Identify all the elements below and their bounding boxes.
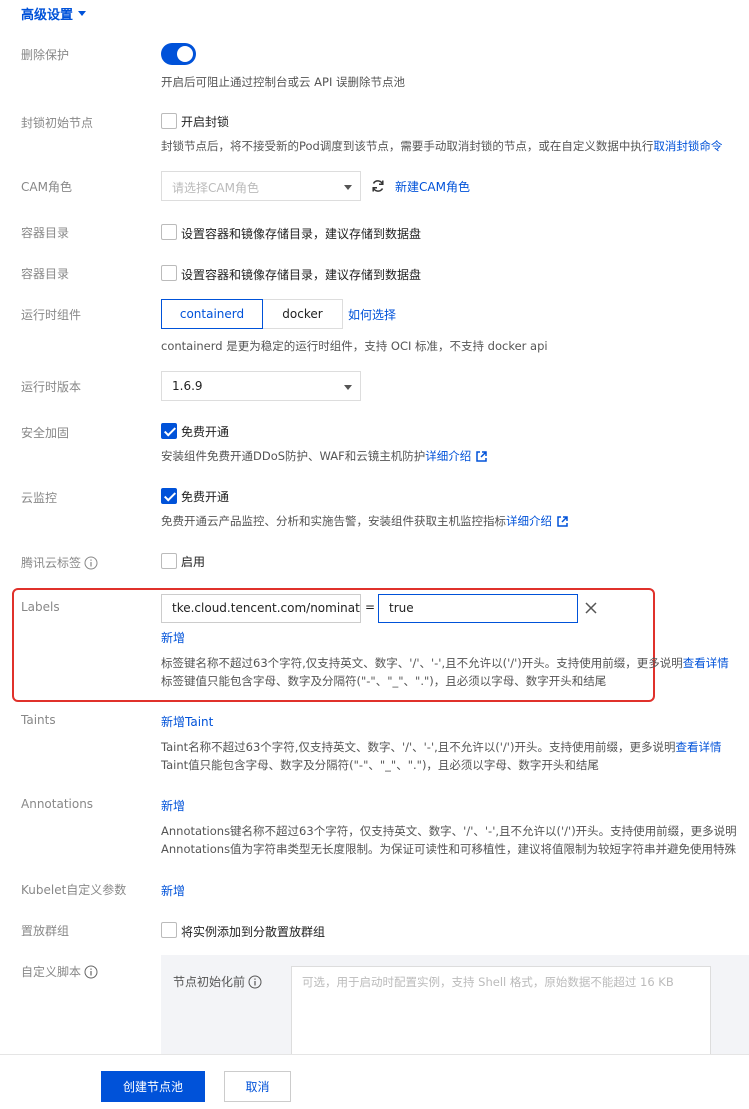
cancel-lock-command-link[interactable]: 取消封锁命令 (653, 139, 722, 153)
chevron-down-icon (344, 185, 352, 190)
annotations-hint-1: Annotations键名称不超过63个字符，仅支持英文、数字、'/'、'-',… (161, 824, 737, 838)
taints-hint-2: Taint值只能包含字母、数字及分隔符("-"、"_"、".")，且必须以字母、… (161, 758, 599, 772)
runtime-option-containerd[interactable]: containerd (161, 299, 263, 329)
runtime-version-label: 运行时版本 (21, 380, 82, 394)
label-value-input[interactable]: true (378, 594, 578, 623)
add-annotation-link[interactable]: 新增 (161, 797, 185, 814)
add-kubelet-param-link[interactable]: 新增 (161, 882, 185, 899)
runtime-version-value: 1.6.9 (172, 379, 203, 393)
container-dir-checkbox-label: 设置容器和镜像存储目录，建议存储到数据盘 (181, 268, 422, 282)
custom-script-label: 自定义脚本 (21, 965, 82, 979)
section-title: 高级设置 (21, 8, 74, 23)
container-dir-label: 容器目录 (21, 267, 70, 281)
info-icon[interactable] (84, 965, 98, 979)
taints-details-link[interactable]: 查看详情 (675, 740, 721, 754)
toggle-knob (177, 46, 193, 62)
security-hint-text: 安装组件免费开通DDoS防护、WAF和云镜主机防护 (161, 449, 426, 463)
cam-role-label: CAM角色 (21, 180, 72, 194)
monitor-hint: 免费开通云产品监控、分析和实施告警，安装组件获取主机监控指标 详细介绍 (161, 513, 568, 529)
custom-script-label-row: 自定义脚本 (21, 963, 98, 980)
taints-hint-1-text: Taint名称不超过63个字符,仅支持英文、数字、'/'、'-',且不允许以('… (161, 740, 676, 754)
security-hint: 安装组件免费开通DDoS防护、WAF和云镜主机防护 详细介绍 (161, 448, 488, 464)
tencent-tag-checkbox[interactable] (161, 553, 177, 569)
tencent-tag-label-row: 腾讯云标签 (21, 554, 98, 571)
advanced-settings-toggle[interactable]: 高级设置 (21, 4, 87, 23)
labels-details-link[interactable]: 查看详情 (683, 656, 729, 670)
chevron-down-icon (344, 385, 352, 390)
cam-role-select[interactable]: 请选择CAM角色 (161, 171, 361, 201)
external-link-icon[interactable] (557, 515, 568, 527)
monitor-details-link[interactable]: 详细介绍 (506, 513, 552, 529)
delete-protection-hint: 开启后可阻止通过控制台或云 API 误删除节点池 (161, 75, 406, 89)
pre-init-label-row: 节点初始化前 (173, 973, 262, 990)
label-value-text: true (389, 601, 414, 615)
pre-init-label: 节点初始化前 (173, 975, 246, 989)
external-link-icon[interactable] (476, 450, 488, 462)
security-checkbox[interactable] (161, 423, 177, 439)
security-details-link[interactable]: 详细介绍 (425, 448, 471, 464)
pre-init-placeholder: 可选，用于启动时配置实例，支持 Shell 格式，原始数据不能超过 16 KB (302, 975, 674, 989)
container-dir-label: 容器目录 (21, 226, 70, 240)
runtime-segmented-control: containerd docker (161, 299, 343, 329)
security-label: 安全加固 (21, 426, 70, 440)
annotations-hint-2: Annotations值为字符串类型无长度限制。为保证可读性和可移植性，建议将值… (161, 842, 737, 856)
labels-label: Labels (21, 600, 60, 614)
tencent-tag-checkbox-label: 启用 (181, 555, 206, 569)
container-dir-checkbox-label: 设置容器和镜像存储目录，建议存储到数据盘 (181, 227, 422, 241)
lock-init-label: 封锁初始节点 (21, 116, 94, 130)
cam-role-placeholder: 请选择CAM角色 (172, 181, 259, 195)
info-icon[interactable] (248, 975, 262, 989)
info-icon[interactable] (84, 556, 98, 570)
cancel-button[interactable]: 取消 (224, 1071, 291, 1102)
delete-protection-label: 删除保护 (21, 48, 70, 62)
taints-label: Taints (21, 713, 56, 727)
caret-down-icon (78, 11, 87, 16)
runtime-version-select[interactable]: 1.6.9 (161, 371, 361, 401)
lock-init-checkbox[interactable] (161, 113, 177, 129)
labels-hint-1-text: 标签键名称不超过63个字符,仅支持英文、数字、'/'、'-',且不允许以('/'… (161, 656, 683, 670)
how-to-choose-link[interactable]: 如何选择 (348, 306, 396, 323)
monitor-checkbox[interactable] (161, 488, 177, 504)
create-node-pool-button[interactable]: 创建节点池 (101, 1071, 205, 1102)
placement-checkbox-label: 将实例添加到分散置放群组 (181, 925, 326, 939)
close-icon[interactable] (584, 601, 598, 615)
taints-hint-1: Taint名称不超过63个字符,仅支持英文、数字、'/'、'-',且不允许以('… (161, 739, 721, 755)
runtime-label: 运行时组件 (21, 308, 82, 322)
lock-init-checkbox-label: 开启封锁 (181, 115, 230, 129)
labels-hint-2: 标签键值只能包含字母、数字及分隔符("-"、"_"、".")，且必须以字母、数字… (161, 674, 607, 688)
container-dir-checkbox[interactable] (161, 224, 177, 240)
runtime-option-docker[interactable]: docker (263, 299, 343, 329)
security-checkbox-label: 免费开通 (181, 425, 230, 439)
label-key-value: tke.cloud.tencent.com/nominated (172, 601, 361, 615)
monitor-hint-text: 免费开通云产品监控、分析和实施告警，安装组件获取主机监控指标 (161, 514, 506, 528)
lock-init-hint: 封锁节点后，将不接受新的Pod调度到该节点，需要手动取消封锁的节点，或在自定义数… (161, 138, 722, 154)
lock-init-hint-text: 封锁节点后，将不接受新的Pod调度到该节点，需要手动取消封锁的节点，或在自定义数… (161, 139, 654, 153)
add-label-link[interactable]: 新增 (161, 629, 185, 646)
delete-protection-toggle[interactable] (161, 43, 196, 65)
placement-label: 置放群组 (21, 924, 70, 938)
monitor-label: 云监控 (21, 491, 58, 505)
refresh-icon[interactable] (371, 179, 385, 193)
annotations-label: Annotations (21, 797, 94, 811)
kubelet-label: Kubelet自定义参数 (21, 883, 127, 897)
pre-init-script-textarea[interactable]: 可选，用于启动时配置实例，支持 Shell 格式，原始数据不能超过 16 KB (291, 966, 711, 1058)
tencent-tag-label: 腾讯云标签 (21, 556, 82, 570)
label-key-input[interactable]: tke.cloud.tencent.com/nominated (161, 594, 361, 623)
container-dir-checkbox[interactable] (161, 265, 177, 281)
runtime-hint: containerd 是更为稳定的运行时组件，支持 OCI 标准，不支持 doc… (161, 339, 548, 353)
equals-sign: = (365, 600, 376, 614)
new-cam-role-link[interactable]: 新建CAM角色 (395, 178, 470, 195)
labels-hint-1: 标签键名称不超过63个字符,仅支持英文、数字、'/'、'-',且不允许以('/'… (161, 655, 729, 671)
monitor-checkbox-label: 免费开通 (181, 490, 230, 504)
add-taint-link[interactable]: 新增Taint (161, 713, 213, 730)
placement-checkbox[interactable] (161, 922, 177, 938)
